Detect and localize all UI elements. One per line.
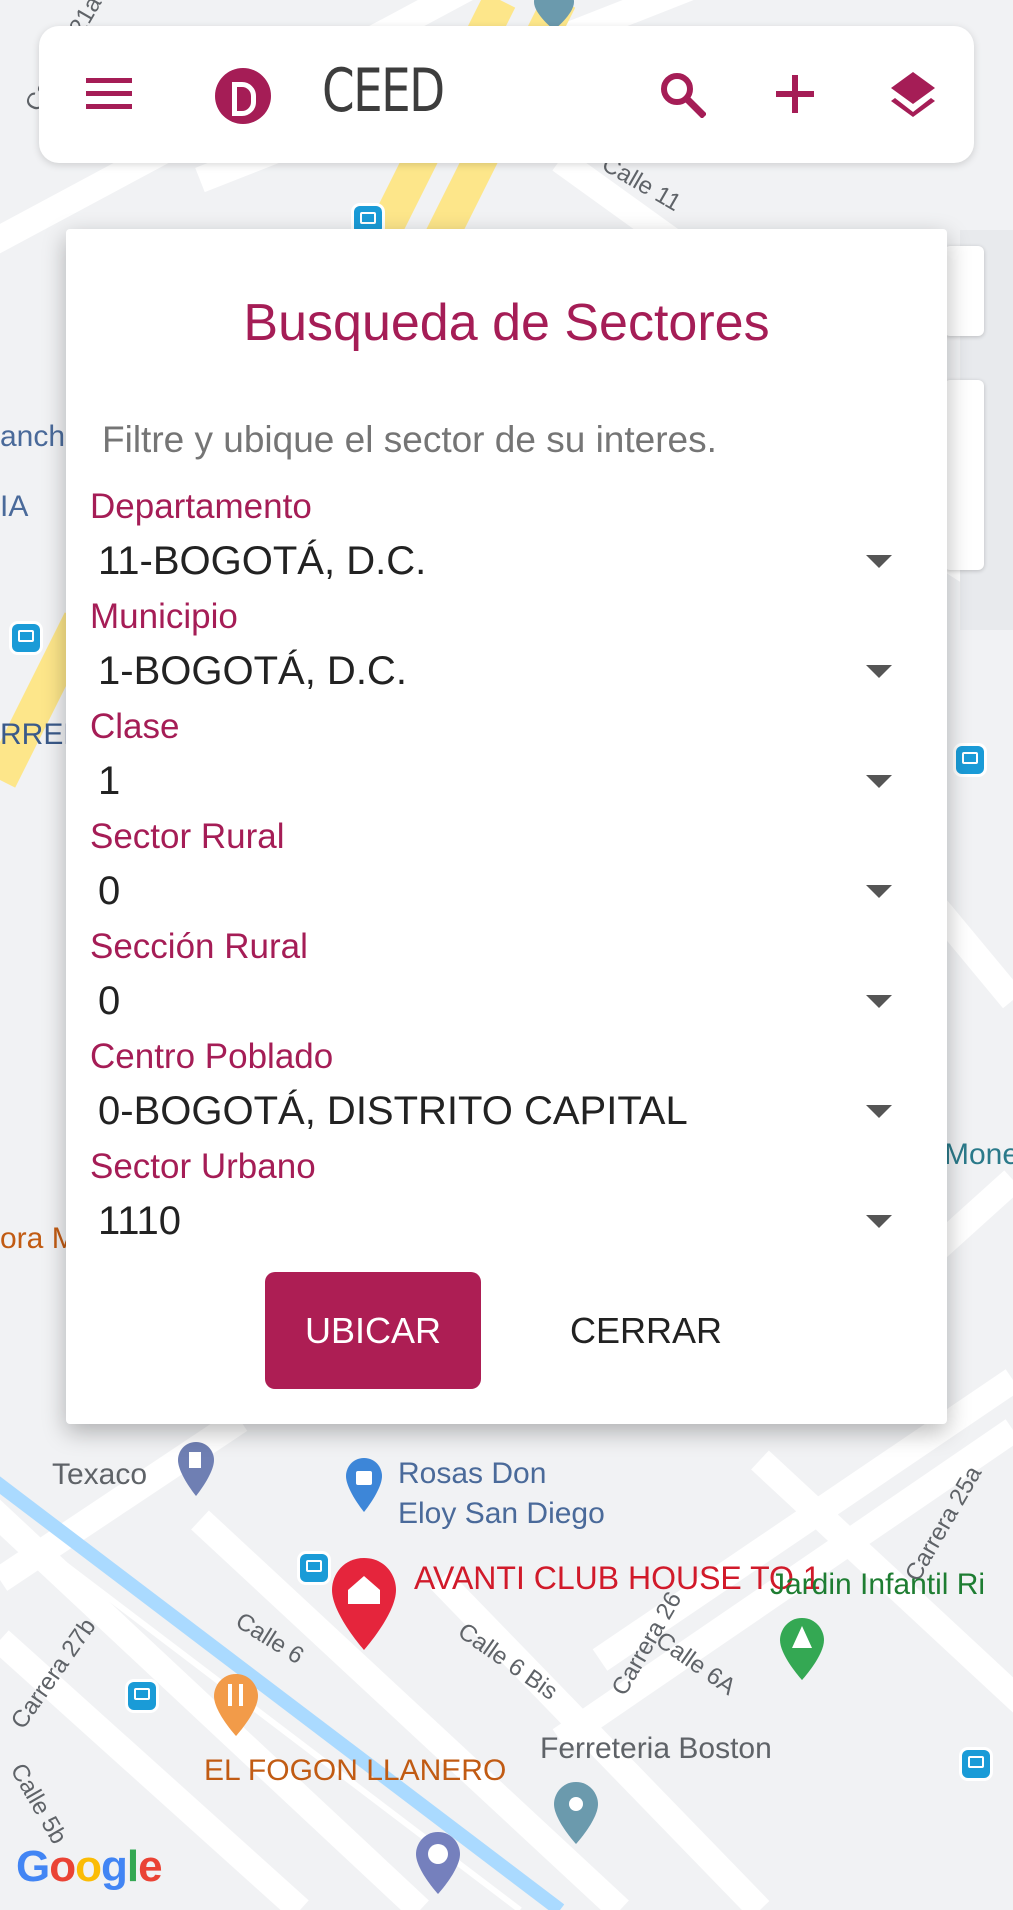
store-pin-icon[interactable]: [552, 1780, 600, 1846]
park-pin-icon[interactable]: [778, 1616, 826, 1682]
field-value[interactable]: 0: [98, 869, 120, 914]
sector-urbano-select[interactable]: Sector Urbano 1110: [90, 1147, 910, 1257]
centro-poblado-select[interactable]: Centro Poblado 0-BOGOTÁ, DISTRITO CAPITA…: [90, 1037, 910, 1147]
search-icon[interactable]: [650, 62, 714, 126]
restaurant-pin-icon[interactable]: [212, 1672, 260, 1738]
dialog-subtitle: Filtre y ubique el sector de su interes.: [102, 419, 717, 460]
departamento-select[interactable]: Departamento 11-BOGOTÁ, D.C.: [90, 487, 910, 597]
dialog-title: Busqueda de Sectores: [243, 294, 770, 352]
field-value[interactable]: 1110: [98, 1199, 181, 1244]
field-value[interactable]: 1-BOGOTÁ, D.C.: [98, 649, 407, 694]
google-logo: Google: [16, 1842, 163, 1891]
field-label: Sector Rural: [90, 817, 285, 856]
dropdown-arrow-icon[interactable]: [866, 555, 892, 568]
field-label: Municipio: [90, 597, 238, 636]
field-label: Sector Urbano: [90, 1147, 316, 1186]
seccion-rural-select[interactable]: Sección Rural 0: [90, 927, 910, 1037]
field-value[interactable]: 0-BOGOTÁ, DISTRITO CAPITAL: [98, 1089, 688, 1134]
map-control[interactable]: [944, 246, 984, 336]
place-label: EL FOGON LLANERO: [204, 1754, 507, 1787]
place-label: AVANTI CLUB HOUSE TO 1: [414, 1560, 821, 1596]
dropdown-arrow-icon[interactable]: [866, 1105, 892, 1118]
dropdown-arrow-icon[interactable]: [866, 885, 892, 898]
place-label: anch: [0, 420, 66, 453]
field-label: Sección Rural: [90, 927, 308, 966]
field-label: Clase: [90, 707, 180, 746]
dropdown-arrow-icon[interactable]: [866, 775, 892, 788]
clase-select[interactable]: Clase 1: [90, 707, 910, 817]
bus-stop-icon[interactable]: [12, 624, 40, 652]
field-label: Centro Poblado: [90, 1037, 334, 1076]
menu-icon[interactable]: [77, 62, 141, 126]
top-app-bar: CEED: [39, 26, 974, 163]
bus-stop-icon[interactable]: [962, 1750, 990, 1778]
field-value[interactable]: 1: [98, 759, 120, 804]
layers-icon[interactable]: [881, 62, 945, 126]
sector-search-dialog: Busqueda de Sectores Filtre y ubique el …: [66, 229, 947, 1424]
app-logo: [215, 68, 271, 124]
dropdown-arrow-icon[interactable]: [866, 1215, 892, 1228]
place-label: Eloy San Diego: [398, 1497, 605, 1530]
ubicar-button[interactable]: UBICAR: [265, 1272, 481, 1389]
place-label: IA: [0, 490, 29, 523]
field-value[interactable]: 11-BOGOTÁ, D.C.: [98, 539, 426, 584]
place-label: Rosas Don: [398, 1457, 547, 1490]
dropdown-arrow-icon[interactable]: [866, 995, 892, 1008]
place-label: Texaco: [52, 1458, 148, 1491]
bus-stop-icon[interactable]: [956, 746, 984, 774]
bus-stop-icon[interactable]: [300, 1554, 328, 1582]
zoom-control[interactable]: [944, 380, 984, 570]
gas-station-pin-icon[interactable]: [176, 1440, 216, 1498]
atm-pin-icon[interactable]: [414, 1830, 462, 1896]
dropdown-arrow-icon[interactable]: [866, 665, 892, 678]
municipio-select[interactable]: Municipio 1-BOGOTÁ, D.C.: [90, 597, 910, 707]
place-label: Ferreteria Boston: [540, 1732, 772, 1765]
sector-rural-select[interactable]: Sector Rural 0: [90, 817, 910, 927]
place-label: Mone: [944, 1138, 1013, 1171]
plus-icon[interactable]: [763, 62, 827, 126]
cerrar-button[interactable]: CERRAR: [546, 1272, 746, 1389]
bus-stop-icon[interactable]: [128, 1682, 156, 1710]
field-value[interactable]: 0: [98, 979, 120, 1024]
place-label: Jardin Infantil Ri: [770, 1568, 986, 1601]
shopping-pin-icon[interactable]: [344, 1456, 384, 1514]
field-label: Departamento: [90, 487, 312, 526]
app-title: CEED: [322, 56, 445, 126]
home-pin-icon[interactable]: [330, 1556, 398, 1652]
